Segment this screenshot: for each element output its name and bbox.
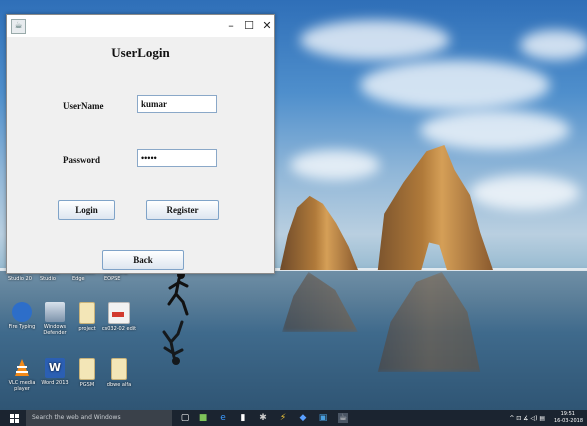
vlc-cone-icon <box>12 358 32 378</box>
task-view-icon[interactable]: ▢ <box>180 413 190 423</box>
desktop-icon-edit-file[interactable]: cs032-02 edit <box>99 302 139 332</box>
cloud <box>520 30 587 60</box>
minimize-button[interactable]: – <box>222 17 240 35</box>
desktop-icon-label: PGSM <box>79 382 95 388</box>
store-icon[interactable]: ■ <box>198 413 208 423</box>
runner-silhouette <box>167 271 189 316</box>
form-title: UserLogin <box>111 45 170 60</box>
java-taskbar-icon[interactable]: ☕ <box>338 413 348 423</box>
desktop-icon-label: project <box>78 326 96 332</box>
rock-small <box>280 195 358 270</box>
cloud <box>420 110 570 150</box>
user-login-window: ☕ – ☐ ✕ UserLogin UserName Password Logi… <box>6 14 275 274</box>
taskbar-search-box[interactable]: Search the web and Windows <box>26 410 172 426</box>
sea <box>0 270 587 410</box>
maximize-button[interactable]: ☐ <box>240 17 258 35</box>
start-button[interactable] <box>10 414 19 423</box>
java-app-icon: ☕ <box>11 19 26 34</box>
desktop-icon-label: Fire Typing <box>8 324 36 330</box>
window-titlebar[interactable]: ☕ – ☐ ✕ <box>7 15 274 37</box>
close-button[interactable]: ✕ <box>258 17 276 35</box>
cloud <box>300 20 450 60</box>
settings-icon[interactable]: ✱ <box>258 413 268 423</box>
edge-icon[interactable]: e <box>218 413 228 423</box>
login-button[interactable]: Login <box>58 200 115 220</box>
cloud <box>360 60 550 110</box>
pdf-file-icon <box>108 302 130 324</box>
cube-app-icon[interactable]: ◆ <box>298 413 308 423</box>
word-icon: W <box>45 358 65 378</box>
back-button[interactable]: Back <box>102 250 184 270</box>
desktop-icon-label: Word 2013 <box>41 380 69 386</box>
cloud <box>290 150 380 180</box>
password-label: Password <box>63 155 101 165</box>
files-icon[interactable]: ▮ <box>238 413 248 423</box>
username-field[interactable] <box>137 95 217 113</box>
register-button[interactable]: Register <box>146 200 219 220</box>
desktop-icon-label: cs032-02 edit <box>101 326 137 332</box>
folder-icon <box>79 302 95 324</box>
taskbar: Search the web and Windows ▢ ■ e ▮ ✱ ⚡ ◆… <box>0 410 587 426</box>
desktop-icon-folder[interactable]: dbwe alfa <box>99 358 139 388</box>
password-field[interactable] <box>137 149 217 167</box>
tray-icons[interactable]: ^ ⊡ ∡ ◁) ▤ <box>509 415 545 422</box>
shield-app-icon <box>45 302 65 322</box>
lightning-app-icon[interactable]: ⚡ <box>278 413 288 423</box>
clock-time[interactable]: 19:51 <box>561 411 575 417</box>
clock-date[interactable]: 16-03-2018 <box>554 418 583 424</box>
window-app-icon[interactable]: ▣ <box>318 413 328 423</box>
desktop-icon-label: dbwe alfa <box>106 382 132 388</box>
typing-tutor-icon <box>12 302 32 322</box>
folder-icon <box>111 358 127 380</box>
desktop-icon-label: Windows Defender <box>43 324 67 336</box>
desktop-icon-label: VLC media player <box>8 380 36 392</box>
rock-arch <box>377 145 493 270</box>
username-label: UserName <box>63 101 104 111</box>
runner-reflection <box>162 320 184 365</box>
folder-icon <box>79 358 95 380</box>
cloud <box>470 175 580 210</box>
